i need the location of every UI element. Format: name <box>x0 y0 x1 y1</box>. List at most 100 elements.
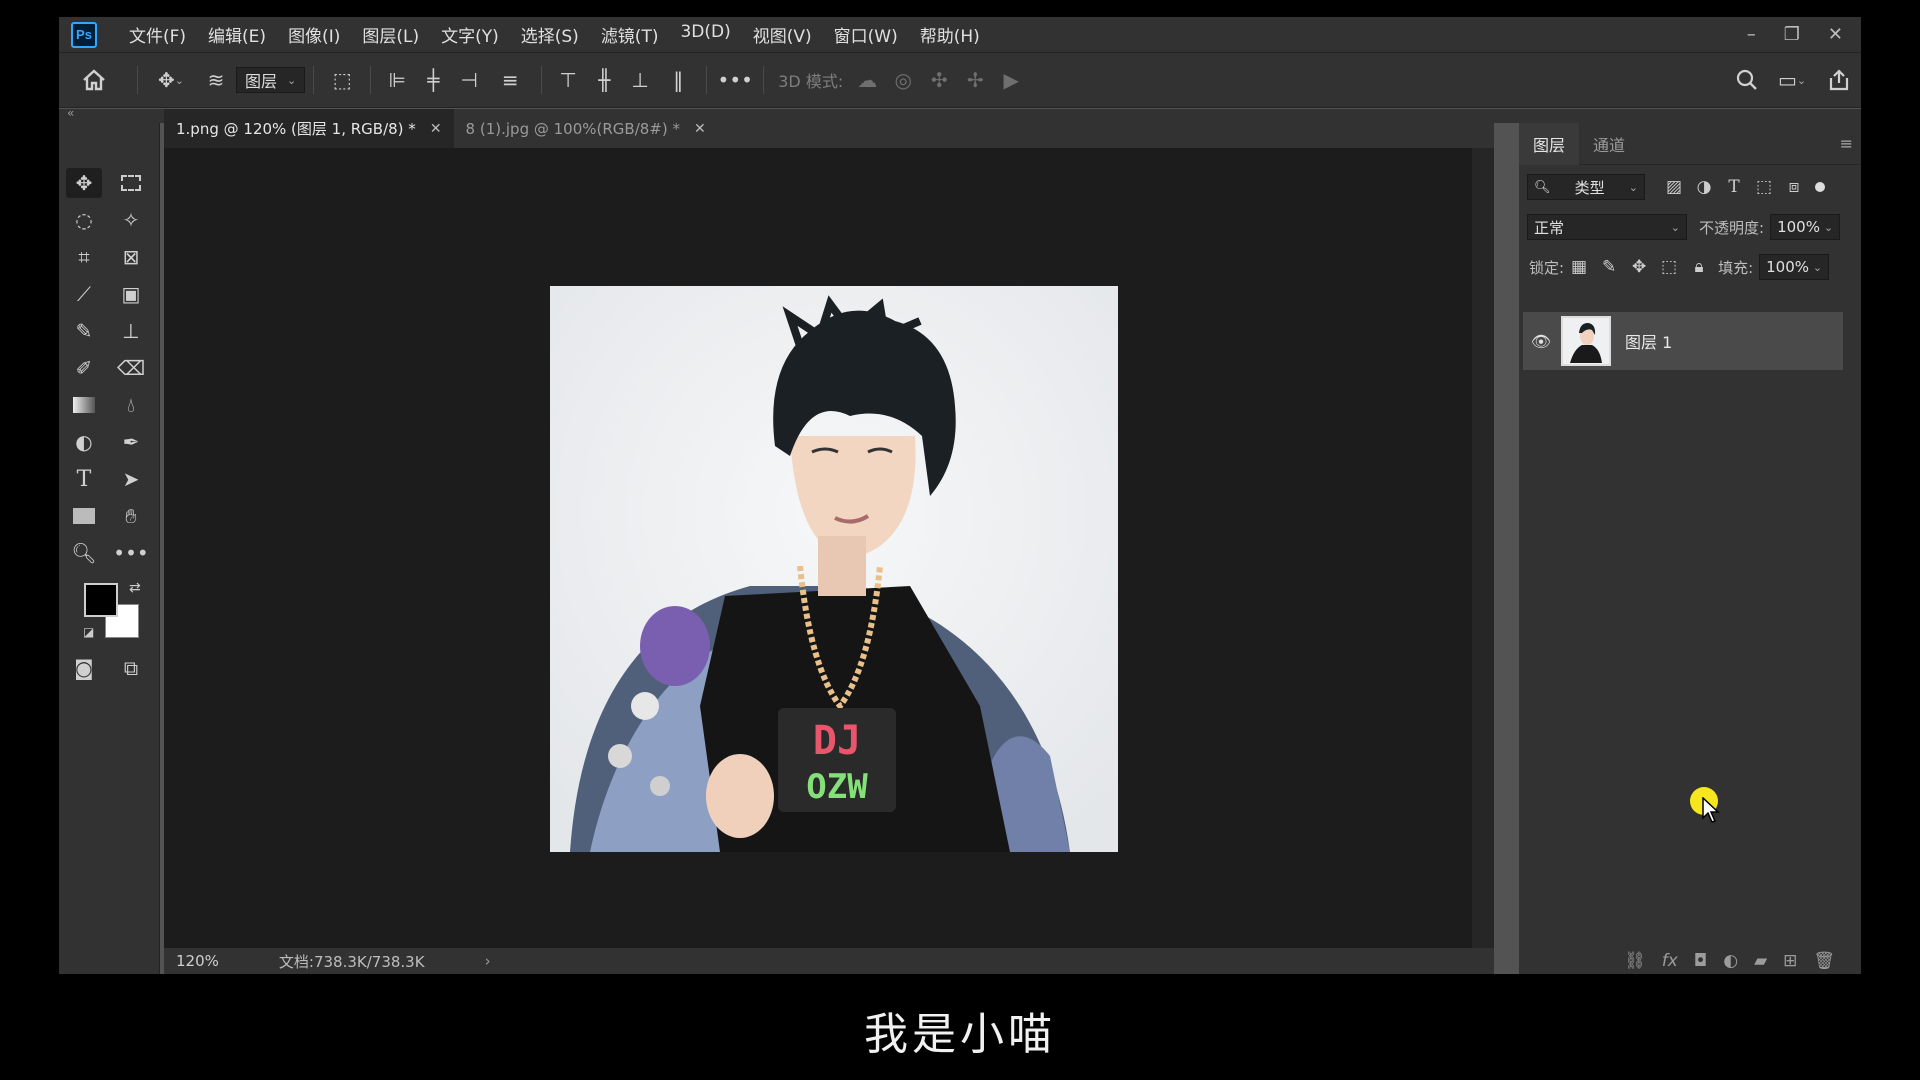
search-button[interactable] <box>1727 52 1767 108</box>
swap-colors-icon[interactable]: ⇄ <box>129 580 141 596</box>
filter-pixel-icon[interactable]: ▨ <box>1659 177 1689 197</box>
filter-adjustment-icon[interactable]: ◑ <box>1689 177 1719 197</box>
filter-type-icon[interactable]: T <box>1719 177 1749 197</box>
eraser-tool[interactable]: ⌫ <box>113 353 149 383</box>
spot-healing-tool[interactable]: ▣ <box>113 279 149 309</box>
eyedropper-tool[interactable]: ⟋ <box>66 279 102 309</box>
move-tool-preset[interactable]: ✥ ⌄ <box>146 52 196 108</box>
distribute-vertical-button[interactable]: ‖ <box>658 52 698 108</box>
align-vcenter-button[interactable]: ╫ <box>586 52 622 108</box>
align-top-button[interactable]: ⊤ <box>550 52 586 108</box>
marquee-tool[interactable] <box>113 168 149 198</box>
vertical-scrollbar[interactable] <box>1472 148 1494 948</box>
fill-field[interactable]: 100% ⌄ <box>1759 254 1830 280</box>
restore-button[interactable]: ❐ <box>1784 24 1800 45</box>
3d-camera-button[interactable]: ▶ <box>993 52 1029 108</box>
document-image[interactable]: DJ OZW <box>550 286 1118 852</box>
3d-roll-button[interactable]: ◎ <box>885 52 921 108</box>
menu-edit[interactable]: 编辑(E) <box>208 22 266 47</box>
menu-image[interactable]: 图像(I) <box>288 22 340 47</box>
edit-toolbar-button[interactable]: ••• <box>113 538 149 568</box>
foreground-color-swatch[interactable] <box>84 583 118 617</box>
tab-8-1-jpg[interactable]: 8 (1).jpg @ 100%(RGB/8#) * ✕ <box>454 109 718 148</box>
align-right-button[interactable]: ⊣ <box>451 52 487 108</box>
zoom-level[interactable]: 120% <box>176 952 219 970</box>
crop-tool[interactable]: ⌗ <box>66 242 102 272</box>
lock-position-icon[interactable]: ✥ <box>1624 257 1654 277</box>
new-group-icon[interactable]: ▰ <box>1754 951 1767 971</box>
link-layers-icon[interactable]: ⛓ <box>1624 951 1646 971</box>
3d-orbit-button[interactable]: ☁ <box>849 52 885 108</box>
gradient-tool[interactable] <box>66 390 102 420</box>
menu-select[interactable]: 选择(S) <box>521 22 579 47</box>
more-options-button[interactable]: ••• <box>715 52 755 108</box>
transform-controls-toggle[interactable]: ⬚ <box>322 52 362 108</box>
new-layer-icon[interactable]: ⊞ <box>1783 951 1797 971</box>
layer-name[interactable]: 图层 1 <box>1625 329 1672 353</box>
path-selection-tool[interactable]: ➤ <box>113 464 149 494</box>
add-mask-icon[interactable]: ◘ <box>1694 951 1707 971</box>
filter-shape-icon[interactable]: ⬚ <box>1749 177 1779 197</box>
3d-slide-button[interactable]: ✢ <box>957 52 993 108</box>
rectangle-tool[interactable] <box>66 501 102 531</box>
delete-layer-icon[interactable]: 🗑︎ <box>1813 951 1835 971</box>
lasso-tool[interactable]: ◌ <box>66 205 102 235</box>
dodge-tool[interactable]: ◐ <box>66 427 102 457</box>
close-tab-icon[interactable]: ✕ <box>694 121 706 137</box>
lock-image-icon[interactable]: ✎ <box>1594 257 1624 277</box>
menu-view[interactable]: 视图(V) <box>753 22 812 47</box>
tab-channels[interactable]: 通道 <box>1579 123 1639 165</box>
collapse-left-icon[interactable]: « <box>67 106 74 120</box>
align-hcenter-button[interactable]: ╪ <box>415 52 451 108</box>
default-colors-icon[interactable]: ◪ <box>83 625 94 639</box>
lock-transparent-icon[interactable]: ▦ <box>1564 257 1594 277</box>
align-bottom-button[interactable]: ⊥ <box>622 52 658 108</box>
distribute-button[interactable]: ≡ <box>487 52 533 108</box>
type-tool[interactable]: T <box>66 464 102 494</box>
menu-help[interactable]: 帮助(H) <box>920 22 980 47</box>
home-button[interactable] <box>59 52 129 108</box>
filter-smart-object-icon[interactable]: ⧈ <box>1779 177 1809 197</box>
menu-3d[interactable]: 3D(D) <box>680 22 730 47</box>
close-tab-icon[interactable]: ✕ <box>430 121 442 137</box>
menu-layer[interactable]: 图层(L) <box>362 22 419 47</box>
menu-type[interactable]: 文字(Y) <box>441 22 499 47</box>
quick-mask-button[interactable]: ◙ <box>66 653 102 683</box>
screen-mode-button[interactable]: ⧉ <box>113 653 149 683</box>
fx-icon[interactable]: fx <box>1662 951 1678 971</box>
clone-stamp-tool[interactable]: ⊥ <box>113 316 149 346</box>
blur-tool[interactable]: 💧︎ <box>113 390 149 420</box>
menu-file[interactable]: 文件(F) <box>129 22 186 47</box>
auto-select-toggle[interactable]: ≋ <box>196 52 236 108</box>
move-tool[interactable]: ✥ <box>66 168 102 198</box>
menu-filter[interactable]: 滤镜(T) <box>601 22 659 47</box>
auto-select-dropdown[interactable]: 图层 ⌄ <box>236 67 306 93</box>
brush-tool[interactable]: ✎ <box>66 316 102 346</box>
align-left-button[interactable]: ⊫ <box>379 52 415 108</box>
status-menu-arrow[interactable]: › <box>485 952 491 970</box>
close-button[interactable]: ✕ <box>1828 24 1843 45</box>
layer-row[interactable]: 👁︎ 图层 1 <box>1523 312 1843 370</box>
tab-layers[interactable]: 图层 <box>1519 122 1580 165</box>
tab-1-png[interactable]: 1.png @ 120% (图层 1, RGB/8) * ✕ <box>164 109 454 148</box>
menu-window[interactable]: 窗口(W) <box>834 22 898 47</box>
minimize-button[interactable]: – <box>1747 24 1756 45</box>
pen-tool[interactable]: ✒ <box>113 427 149 457</box>
blend-mode-dropdown[interactable]: 正常 ⌄ <box>1527 214 1687 240</box>
adjustment-layer-icon[interactable]: ◐ <box>1723 951 1738 971</box>
lock-all-icon[interactable]: 🔒︎ <box>1684 257 1714 277</box>
canvas-area[interactable]: DJ OZW <box>164 148 1494 948</box>
zoom-tool[interactable]: 🔍︎ <box>66 538 102 568</box>
hand-tool[interactable]: ✋︎ <box>113 501 149 531</box>
share-button[interactable] <box>1817 52 1861 108</box>
eye-visibility-icon[interactable]: 👁︎ <box>1523 332 1559 351</box>
filter-toggle-icon[interactable] <box>1815 182 1825 192</box>
lock-artboard-icon[interactable]: ⬚ <box>1654 257 1684 277</box>
3d-pan-button[interactable]: ✣ <box>921 52 957 108</box>
filter-kind-dropdown[interactable]: 🔍︎ 类型 ⌄ <box>1527 174 1645 200</box>
history-brush-tool[interactable]: ✐ <box>66 353 102 383</box>
frame-tool[interactable]: ⊠ <box>113 242 149 272</box>
workspace-switcher[interactable]: ▭ ⌄ <box>1767 52 1817 108</box>
magic-wand-tool[interactable]: ✧ <box>113 205 149 235</box>
panel-menu-icon[interactable]: ≡ <box>1840 134 1853 153</box>
